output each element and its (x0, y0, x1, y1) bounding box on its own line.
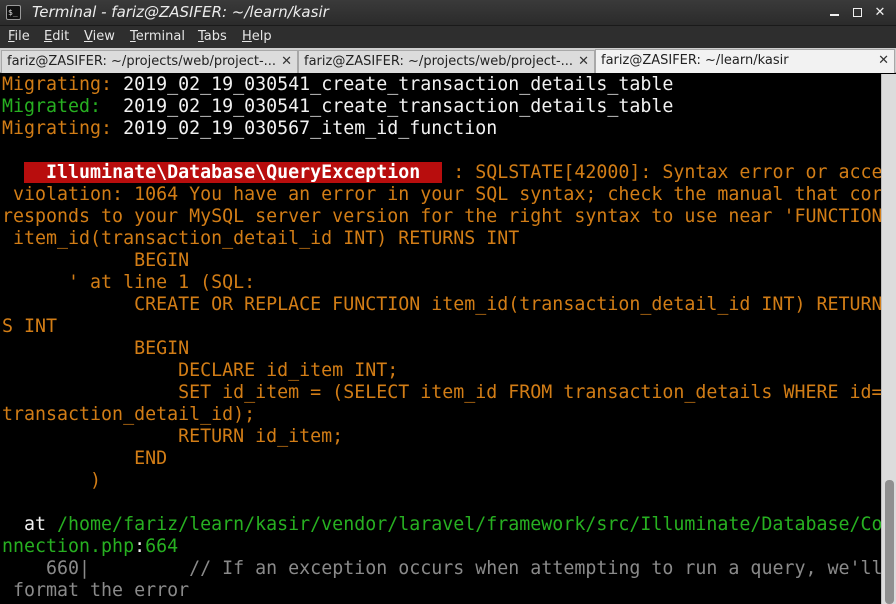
error-line: Illuminate\Database\QueryException : SQL… (2, 162, 881, 184)
minimize-icon[interactable] (826, 5, 842, 21)
tab-kasir[interactable]: fariz@ZASIFER: ~/learn/kasir ✕ (595, 49, 895, 73)
error-line: SET id_item = (SELECT item_id FROM trans… (2, 382, 881, 403)
error-line: BEGIN (2, 338, 190, 359)
tab-bar: fariz@ZASIFER: ~/projects/web/project-..… (0, 48, 896, 73)
error-line: ' at line 1 (SQL: (2, 272, 256, 293)
tab-label: fariz@ZASIFER: ~/learn/kasir (601, 53, 789, 68)
menu-file[interactable]: File (8, 28, 30, 46)
exception-badge: Illuminate\Database\QueryException (24, 162, 443, 183)
menu-tabs[interactable]: Tabs (198, 28, 227, 46)
menu-help[interactable]: Help (242, 28, 272, 46)
menu-edit[interactable]: Edit (44, 28, 69, 46)
menu-view[interactable]: View (84, 28, 115, 46)
migration-line: Migrated: 2019_02_19_030541_create_trans… (2, 96, 674, 117)
menu-terminal[interactable]: Terminal (130, 28, 185, 46)
window-title: Terminal - fariz@ZASIFER: ~/learn/kasir (32, 3, 329, 21)
maximize-icon[interactable] (849, 5, 865, 21)
menu-bar: File Edit View Terminal Tabs Help (0, 26, 896, 48)
terminal-app-icon[interactable]: $_ (6, 5, 21, 20)
error-line: BEGIN (2, 250, 190, 271)
error-line: DECLARE id_item INT; (2, 360, 399, 381)
error-line: CREATE OR REPLACE FUNCTION item_id(trans… (2, 294, 881, 315)
code-line: format the error (2, 580, 190, 601)
error-line: violation: 1064 You have an error in you… (2, 184, 881, 205)
migration-line: Migrating: 2019_02_19_030567_item_id_fun… (2, 118, 498, 139)
code-line: 660| // If an exception occurs when atte… (2, 558, 881, 579)
terminal-scrollbar[interactable] (881, 74, 896, 604)
migration-line: Migrating: 2019_02_19_030541_create_tran… (2, 74, 674, 95)
tab-close-icon[interactable]: ✕ (281, 51, 292, 72)
error-line: END (2, 448, 168, 469)
error-line: item_id(transaction_detail_id INT) RETUR… (2, 228, 520, 249)
error-line: responds to your MySQL server version fo… (2, 206, 881, 227)
tab-close-icon[interactable]: ✕ (878, 50, 889, 71)
error-line: ) (2, 470, 102, 491)
window-titlebar[interactable]: $_ Terminal - fariz@ZASIFER: ~/learn/kas… (0, 0, 896, 26)
error-line: transaction_detail_id); (2, 404, 256, 425)
tab-close-icon[interactable]: ✕ (578, 51, 589, 72)
tab-project-2[interactable]: fariz@ZASIFER: ~/projects/web/project-..… (298, 50, 595, 73)
scrollbar-thumb[interactable] (885, 480, 894, 604)
tab-label: fariz@ZASIFER: ~/projects/web/project-..… (304, 54, 574, 69)
stack-location-line: at /home/fariz/learn/kasir/vendor/larave… (2, 514, 881, 535)
error-line: RETURN id_item; (2, 426, 344, 447)
error-line: S INT (2, 316, 58, 337)
stack-location-line: nnection.php:664 (2, 536, 179, 557)
tab-label: fariz@ZASIFER: ~/projects/web/project-..… (7, 54, 277, 69)
tab-project-1[interactable]: fariz@ZASIFER: ~/projects/web/project-..… (1, 50, 298, 73)
close-icon[interactable]: ✕ (872, 5, 888, 21)
terminal-output[interactable]: Migrating: 2019_02_19_030541_create_tran… (0, 74, 881, 604)
